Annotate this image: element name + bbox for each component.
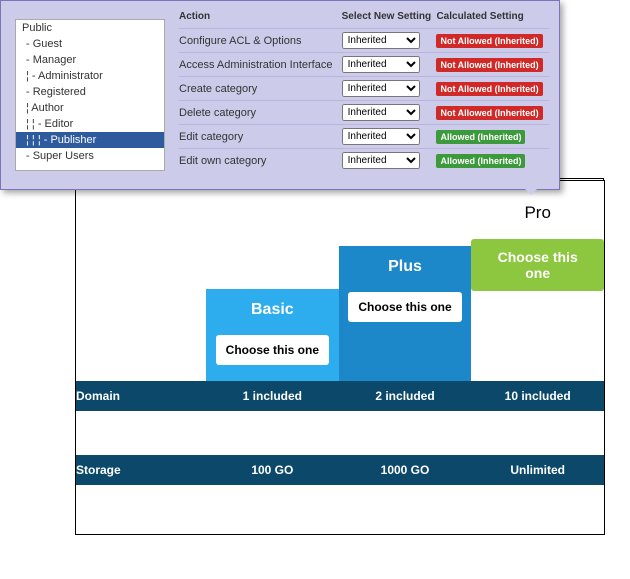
section-header: Domain1 included2 included10 included: [76, 381, 604, 411]
tree-node[interactable]: - Manager: [16, 52, 164, 68]
permission-action: Access Administration Interface: [179, 53, 342, 77]
pricing-body: Domain1 included2 included10 includedIP …: [76, 381, 604, 551]
feature-value: Unlimited: [339, 485, 472, 507]
tree-node[interactable]: ¦ ¦ - Editor: [16, 116, 164, 132]
permission-badge: Not Allowed (Inherited): [436, 106, 542, 120]
feature-label: IP Adress: [76, 411, 206, 433]
tree-node[interactable]: - Super Users: [16, 148, 164, 164]
permission-action: Edit own category: [179, 149, 342, 173]
col-calc: Calculated Setting: [436, 11, 549, 29]
permission-select[interactable]: Inherited: [342, 56, 420, 73]
permission-badge: Allowed (Inherited): [436, 130, 525, 144]
feature-row: IP AdressSharedShareddedicated: [76, 411, 604, 433]
user-group-tree: Public- Guest- Manager¦ - Administrator-…: [15, 19, 165, 171]
permission-badge: Not Allowed (Inherited): [436, 58, 542, 72]
permissions-overlay: Public- Guest- Manager¦ - Administrator-…: [0, 0, 560, 190]
permission-action: Configure ACL & Options: [179, 29, 342, 53]
permission-badge: Not Allowed (Inherited): [436, 82, 542, 96]
section-value: Unlimited: [471, 457, 604, 483]
feature-value: 1: [206, 529, 339, 551]
permission-action: Edit category: [179, 125, 342, 149]
feature-value: SSD high speed: [471, 507, 604, 529]
feature-label: RAID: [76, 529, 206, 551]
permission-select[interactable]: Inherited: [342, 80, 420, 97]
feature-value: Yes: [339, 433, 472, 455]
tier-pro: Pro Choose this one: [471, 181, 604, 381]
feature-row: RAID155: [76, 529, 604, 551]
section-value: 100 GO: [206, 457, 339, 483]
tree-node[interactable]: - Guest: [16, 36, 164, 52]
feature-value: Yes: [206, 433, 339, 455]
section-value: 1000 GO: [339, 457, 472, 483]
feature-row: IP FailoverYesYesYes: [76, 433, 604, 455]
tier-plus: Plus Choose this one: [339, 246, 472, 381]
tier-name: Basic: [206, 301, 339, 319]
permission-select[interactable]: Inherited: [342, 128, 420, 145]
permission-select[interactable]: Inherited: [342, 32, 420, 49]
permission-select[interactable]: Inherited: [342, 152, 420, 169]
feature-value: 5: [471, 529, 604, 551]
col-select: Select New Setting: [342, 11, 437, 29]
permission-row: Access Administration InterfaceInherited…: [179, 53, 549, 77]
feature-value: Yes: [471, 433, 604, 455]
choose-pro-button[interactable]: Choose this one: [471, 239, 604, 291]
tier-name: Plus: [339, 258, 472, 276]
permission-badge: Allowed (Inherited): [436, 154, 525, 168]
feature-row: TrafficUnlimitedUnlimitedUnlimited: [76, 485, 604, 507]
feature-label: IP Failover: [76, 433, 206, 455]
col-action: Action: [179, 11, 342, 29]
tree-node[interactable]: ¦ - Administrator: [16, 68, 164, 84]
permissions-table: Action Select New Setting Calculated Set…: [179, 11, 549, 172]
section-label: Storage: [76, 457, 206, 483]
section-header: Storage100 GO1000 GOUnlimited: [76, 455, 604, 485]
feature-value: Shared: [339, 411, 472, 433]
choose-plus-button[interactable]: Choose this one: [348, 292, 461, 322]
permission-select[interactable]: Inherited: [342, 104, 420, 121]
permission-row: Edit categoryInherited Allowed (Inherited…: [179, 125, 549, 149]
permissions-table-wrap: Action Select New Setting Calculated Set…: [173, 1, 559, 189]
feature-value: 5: [339, 529, 472, 551]
feature-label: Traffic: [76, 485, 206, 507]
feature-value: dedicated: [471, 411, 604, 433]
feature-value: Shared: [206, 411, 339, 433]
permission-action: Create category: [179, 77, 342, 101]
feature-row: DiskSSDSSD high speedSSD high speed: [76, 507, 604, 529]
permission-badge: Not Allowed (Inherited): [436, 34, 542, 48]
pricing-table: Basic Choose this one Plus Choose this o…: [75, 180, 605, 535]
tree-node[interactable]: Public: [16, 20, 164, 36]
feature-value: Unlimited: [206, 485, 339, 507]
permission-row: Delete categoryInherited Not Allowed (Inh…: [179, 101, 549, 125]
feature-value: Unlimited: [471, 485, 604, 507]
permission-row: Create categoryInherited Not Allowed (Inh…: [179, 77, 549, 101]
section-label: Domain: [76, 383, 206, 409]
section-value: 10 included: [471, 383, 604, 409]
tree-node[interactable]: ¦ Author: [16, 100, 164, 116]
tree-node[interactable]: ¦ ¦ ¦ - Publisher: [16, 132, 164, 148]
feature-label: Disk: [76, 507, 206, 529]
section-value: 1 included: [206, 383, 339, 409]
permission-action: Delete category: [179, 101, 342, 125]
permission-row: Edit own categoryInherited Allowed (Inher…: [179, 149, 549, 173]
choose-basic-button[interactable]: Choose this one: [216, 335, 329, 365]
tier-name: Pro: [471, 203, 604, 223]
feature-value: SSD high speed: [339, 507, 472, 529]
permission-row: Configure ACL & OptionsInherited Not Allo…: [179, 29, 549, 53]
pricing-header: Basic Choose this one Plus Choose this o…: [76, 181, 604, 381]
tier-basic: Basic Choose this one: [206, 289, 339, 381]
section-value: 2 included: [339, 383, 472, 409]
feature-value: SSD: [206, 507, 339, 529]
tree-node[interactable]: - Registered: [16, 84, 164, 100]
